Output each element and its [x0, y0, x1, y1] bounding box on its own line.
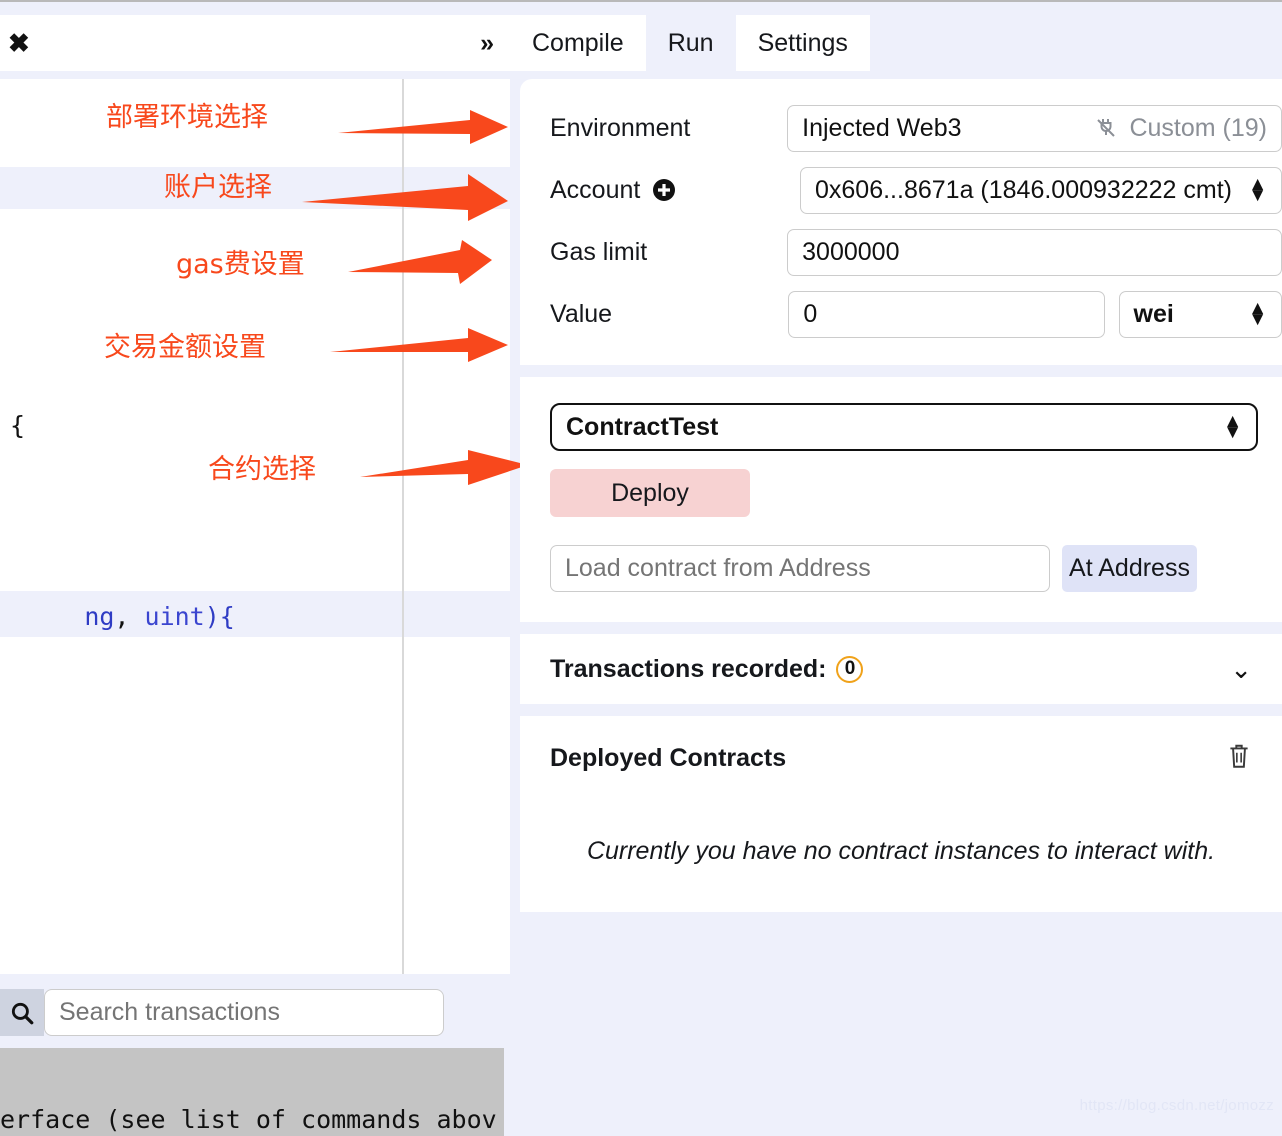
at-address-row: At Address: [550, 545, 1252, 592]
transactions-recorded-label: Transactions recorded:: [550, 654, 827, 683]
spinner-arrows-icon[interactable]: ▲ ▼: [1248, 175, 1267, 205]
run-panel: Environment Injected Web3 Custom (19) Ac…: [520, 79, 1282, 912]
deploy-button[interactable]: Deploy: [550, 469, 750, 517]
plug-icon: [1097, 119, 1116, 137]
account-row: Account 0x606...8671a (1846.000932222 cm…: [520, 159, 1282, 221]
deployed-contracts-title: Deployed Contracts: [550, 744, 787, 772]
gas-limit-row: Gas limit 3000000: [520, 221, 1282, 283]
account-select[interactable]: 0x606...8671a (1846.000932222 cmt) ▲ ▼: [800, 166, 1282, 214]
value-row: Value 0 wei ▲ ▼: [520, 283, 1282, 345]
transactions-search-row: [0, 989, 510, 1036]
contract-select[interactable]: ContractTest ▲ ▼: [550, 403, 1258, 451]
panel-gap: [520, 704, 1282, 716]
deploy-card: ContractTest ▲▼ Deploy At Address: [520, 377, 1282, 622]
environment-network: Custom (19): [1095, 114, 1267, 143]
run-settings-card: Environment Injected Web3 Custom (19) Ac…: [520, 79, 1282, 365]
environment-network-label: Custom (19): [1129, 113, 1267, 142]
trash-icon[interactable]: [1226, 742, 1252, 775]
gas-limit-value: 3000000: [802, 237, 900, 266]
watermark: https://blog.csdn.net/jomozz: [1079, 1097, 1274, 1114]
transactions-recorded-title: Transactions recorded: 0: [550, 654, 864, 684]
chevron-down-icon[interactable]: ⌄: [1230, 654, 1252, 685]
console-output-text: erface (see list of commands abov: [0, 1105, 497, 1134]
environment-value: Injected Web3: [802, 113, 962, 142]
contract-selected: ContractTest: [566, 412, 719, 441]
load-contract-address-input[interactable]: [550, 545, 1050, 592]
gas-limit-input[interactable]: 3000000: [787, 228, 1282, 276]
account-value: 0x606...8671a (1846.000932222 cmt): [815, 175, 1232, 204]
environment-select[interactable]: Injected Web3 Custom (19): [787, 104, 1282, 152]
value-unit-select[interactable]: wei ▲ ▼: [1118, 290, 1282, 338]
search-icon[interactable]: [0, 989, 44, 1036]
value-input[interactable]: 0: [788, 290, 1105, 338]
terminal-console[interactable]: erface (see list of commands abov: [0, 1048, 504, 1136]
at-address-button[interactable]: At Address: [1062, 545, 1197, 592]
deployed-contracts-card: Deployed Contracts Currently you have no…: [520, 716, 1282, 912]
deployed-contracts-empty-text: Currently you have no contract instances…: [586, 837, 1216, 865]
account-label-text: Account: [550, 175, 641, 204]
panel-gap: [520, 622, 1282, 634]
search-transactions-input[interactable]: [44, 989, 444, 1036]
transactions-count-badge: 0: [836, 655, 864, 683]
spinner-arrows-icon[interactable]: ▲ ▼: [1223, 412, 1242, 442]
value-label: Value: [550, 299, 613, 328]
plus-circle-icon[interactable]: [652, 178, 676, 202]
account-label: Account: [550, 176, 800, 205]
deployed-contracts-header: Deployed Contracts: [550, 742, 1252, 775]
environment-row: Environment Injected Web3 Custom (19): [520, 97, 1282, 159]
transactions-recorded-card[interactable]: Transactions recorded: 0 ⌄: [520, 634, 1282, 704]
environment-label: Environment: [550, 113, 691, 142]
gas-limit-label: Gas limit: [550, 237, 648, 266]
value-amount: 0: [803, 299, 818, 328]
panel-gap: [520, 365, 1282, 377]
value-unit: wei: [1133, 299, 1174, 328]
spinner-arrows-icon[interactable]: ▲ ▼: [1248, 299, 1267, 329]
